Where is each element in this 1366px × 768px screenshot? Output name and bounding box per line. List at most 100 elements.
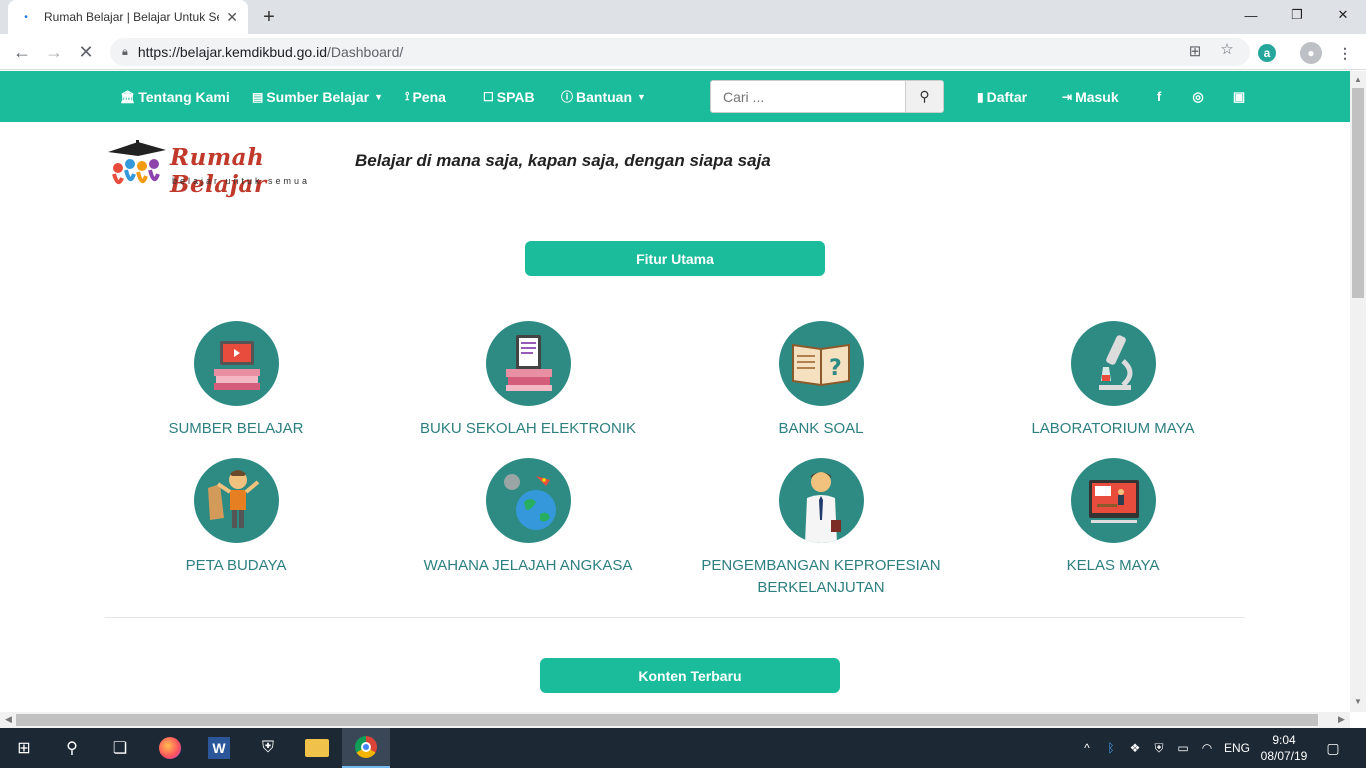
search-input[interactable] xyxy=(710,80,906,113)
rss-icon: ⟟ xyxy=(405,89,410,103)
close-window-button[interactable]: ✕ xyxy=(1320,0,1366,30)
chrome-icon[interactable] xyxy=(342,728,390,768)
dropbox-icon[interactable]: ❖ xyxy=(1126,728,1144,768)
feature-sumber-belajar[interactable]: SUMBER BELAJAR xyxy=(106,321,366,440)
scroll-right-icon[interactable]: ▶ xyxy=(1338,714,1345,725)
virtual-class-icon xyxy=(1070,458,1156,543)
new-tab-button[interactable]: + xyxy=(258,6,280,28)
globe-space-icon xyxy=(485,458,571,543)
scroll-up-icon[interactable]: ▲ xyxy=(1354,75,1362,84)
address-bar[interactable]: 🔒︎ https://belajar.kemdikbud.go.id/Dashb… xyxy=(110,38,1250,66)
culture-map-icon xyxy=(193,458,279,543)
feature-label: PETA BUDAYA xyxy=(185,557,287,574)
laptop-books-icon xyxy=(193,321,279,406)
scroll-left-icon[interactable]: ◀ xyxy=(5,714,12,725)
feature-label: PENGEMBANGAN KEPROFESIAN BERKELANJUTAN xyxy=(701,557,941,596)
nav-tentang-kami[interactable]: 🏛︎ Tentang Kami xyxy=(120,71,230,122)
logo-figures-icon xyxy=(108,140,166,185)
notification-icon[interactable]: ▢ xyxy=(1322,728,1344,768)
system-clock[interactable]: 9:04 08/07/19 xyxy=(1254,732,1314,764)
tab-title: Rumah Belajar | Belajar Untuk Semua xyxy=(44,10,219,24)
list-icon: ▤ xyxy=(252,89,264,104)
restore-button[interactable]: ❐ xyxy=(1274,0,1320,30)
rumah-belajar-logo[interactable]: Rumah Belajar belajar untuk semua xyxy=(104,138,326,200)
feature-wahana-jelajah-angkasa[interactable]: WAHANA JELAJAH ANGKASA xyxy=(398,458,658,577)
facebook-icon[interactable]: f xyxy=(1149,71,1169,122)
tab-close-icon[interactable]: ✕ xyxy=(226,9,238,26)
vertical-scrollbar[interactable]: ▲ ▼ xyxy=(1350,71,1366,712)
clock-time: 9:04 xyxy=(1272,733,1296,747)
teacher-icon xyxy=(778,458,864,543)
microscope-icon xyxy=(1070,321,1156,406)
browser-tabstrip: • Rumah Belajar | Belajar Untuk Semua ✕ … xyxy=(0,0,1366,34)
lock-icon: 🔒︎ xyxy=(122,45,128,58)
browser-tab[interactable]: • Rumah Belajar | Belajar Untuk Semua ✕ xyxy=(8,0,248,34)
feature-kelas-maya[interactable]: KELAS MAYA xyxy=(983,458,1243,577)
instagram-icon[interactable]: ◎ xyxy=(1188,71,1208,122)
horizontal-scroll-thumb[interactable] xyxy=(16,714,1318,726)
nav-sumber-belajar[interactable]: ▤ Sumber Belajar ▼ xyxy=(252,71,383,122)
square-icon: ☐ xyxy=(483,89,494,104)
bluetooth-icon[interactable]: ᛒ xyxy=(1102,728,1120,768)
nav-daftar[interactable]: ▮ Daftar xyxy=(977,71,1027,122)
info-icon: ⓘ xyxy=(561,90,574,104)
horizontal-scrollbar[interactable]: ◀ ▶ xyxy=(0,712,1350,728)
profile-avatar[interactable]: ● xyxy=(1300,42,1322,64)
search-button[interactable]: ⚲ xyxy=(905,80,944,113)
tray-chevron-icon[interactable]: ^ xyxy=(1078,728,1096,768)
search-icon[interactable]: ⚲ xyxy=(48,728,96,768)
security-shield-icon[interactable]: ⛨ xyxy=(244,728,292,768)
word-icon[interactable]: W xyxy=(195,728,243,768)
bookmark-star-icon[interactable]: ☆ xyxy=(1216,40,1238,58)
search-icon: ⚲ xyxy=(919,88,930,104)
back-icon[interactable]: ← xyxy=(10,40,34,64)
feature-label: KELAS MAYA xyxy=(1066,557,1160,574)
svg-text:?: ? xyxy=(829,356,842,381)
file-explorer-icon[interactable] xyxy=(293,728,341,768)
question-book-icon: ? xyxy=(778,321,864,406)
sign-in-icon: ⇥ xyxy=(1062,89,1073,104)
konten-terbaru-heading: Konten Terbaru xyxy=(540,658,840,693)
minimize-button[interactable]: — xyxy=(1228,0,1274,30)
nav-pena[interactable]: ⟟ Pena xyxy=(405,71,446,122)
menu-dots-icon[interactable]: ⋮ xyxy=(1334,42,1356,64)
battery-icon[interactable]: ▭ xyxy=(1174,728,1192,768)
feature-peta-budaya[interactable]: PETA BUDAYA xyxy=(106,458,366,577)
tagline: Belajar di mana saja, kapan saja, dengan… xyxy=(355,151,771,170)
stop-loading-icon[interactable]: ✕ xyxy=(74,40,98,64)
nav-spab[interactable]: ☐ SPAB xyxy=(483,71,535,122)
ebook-icon xyxy=(485,321,571,406)
logo-subtitle: belajar untuk semua xyxy=(172,176,311,186)
forward-icon[interactable]: → xyxy=(42,40,66,64)
scroll-down-icon[interactable]: ▼ xyxy=(1354,697,1362,706)
nav-bantuan[interactable]: ⓘ Bantuan ▼ xyxy=(561,71,646,122)
feature-label: LABORATORIUM MAYA xyxy=(1031,420,1195,437)
windows-start-icon[interactable]: ⊞ xyxy=(0,728,48,768)
fitur-utama-heading: Fitur Utama xyxy=(525,241,825,276)
bookmark-icon: ▮ xyxy=(977,89,984,104)
translate-icon[interactable]: ⊞ xyxy=(1184,42,1206,60)
section-divider xyxy=(105,617,1245,618)
extension-button[interactable]: a xyxy=(1256,42,1278,64)
feature-label: SUMBER BELAJAR xyxy=(168,420,304,437)
feature-label: BUKU SEKOLAH ELEKTRONIK xyxy=(420,420,636,437)
logo-brand-text: Rumah Belajar xyxy=(170,144,267,198)
caret-down-icon: ▼ xyxy=(374,91,383,102)
clock-date: 08/07/19 xyxy=(1260,749,1308,763)
youtube-icon[interactable]: ▣ xyxy=(1229,71,1249,122)
feature-buku-sekolah-elektronik[interactable]: BUKU SEKOLAH ELEKTRONIK xyxy=(398,321,658,440)
nav-masuk[interactable]: ⇥ Masuk xyxy=(1062,71,1119,122)
url-text: https://belajar.kemdikbud.go.id/Dashboar… xyxy=(137,44,404,60)
windows-taskbar: ⊞ ⚲ ❏ W ⛨ ^ ᛒ ❖ ⛨ ▭ ◠ ENG ▢ xyxy=(0,728,1366,768)
feature-pengembangan-keprofesian[interactable]: PENGEMBANGAN KEPROFESIAN BERKELANJUTAN xyxy=(691,458,951,599)
feature-laboratorium-maya[interactable]: LABORATORIUM MAYA xyxy=(983,321,1243,440)
wifi-icon[interactable]: ◠ xyxy=(1198,728,1216,768)
institution-icon: 🏛︎ xyxy=(120,89,136,104)
language-indicator[interactable]: ENG xyxy=(1222,728,1252,768)
feature-label: WAHANA JELAJAH ANGKASA xyxy=(423,557,633,574)
task-view-icon[interactable]: ❏ xyxy=(96,728,144,768)
vertical-scroll-thumb[interactable] xyxy=(1352,88,1364,298)
defender-icon[interactable]: ⛨ xyxy=(1150,728,1168,768)
firefox-icon[interactable] xyxy=(146,728,194,768)
feature-bank-soal[interactable]: ? BANK SOAL xyxy=(691,321,951,440)
